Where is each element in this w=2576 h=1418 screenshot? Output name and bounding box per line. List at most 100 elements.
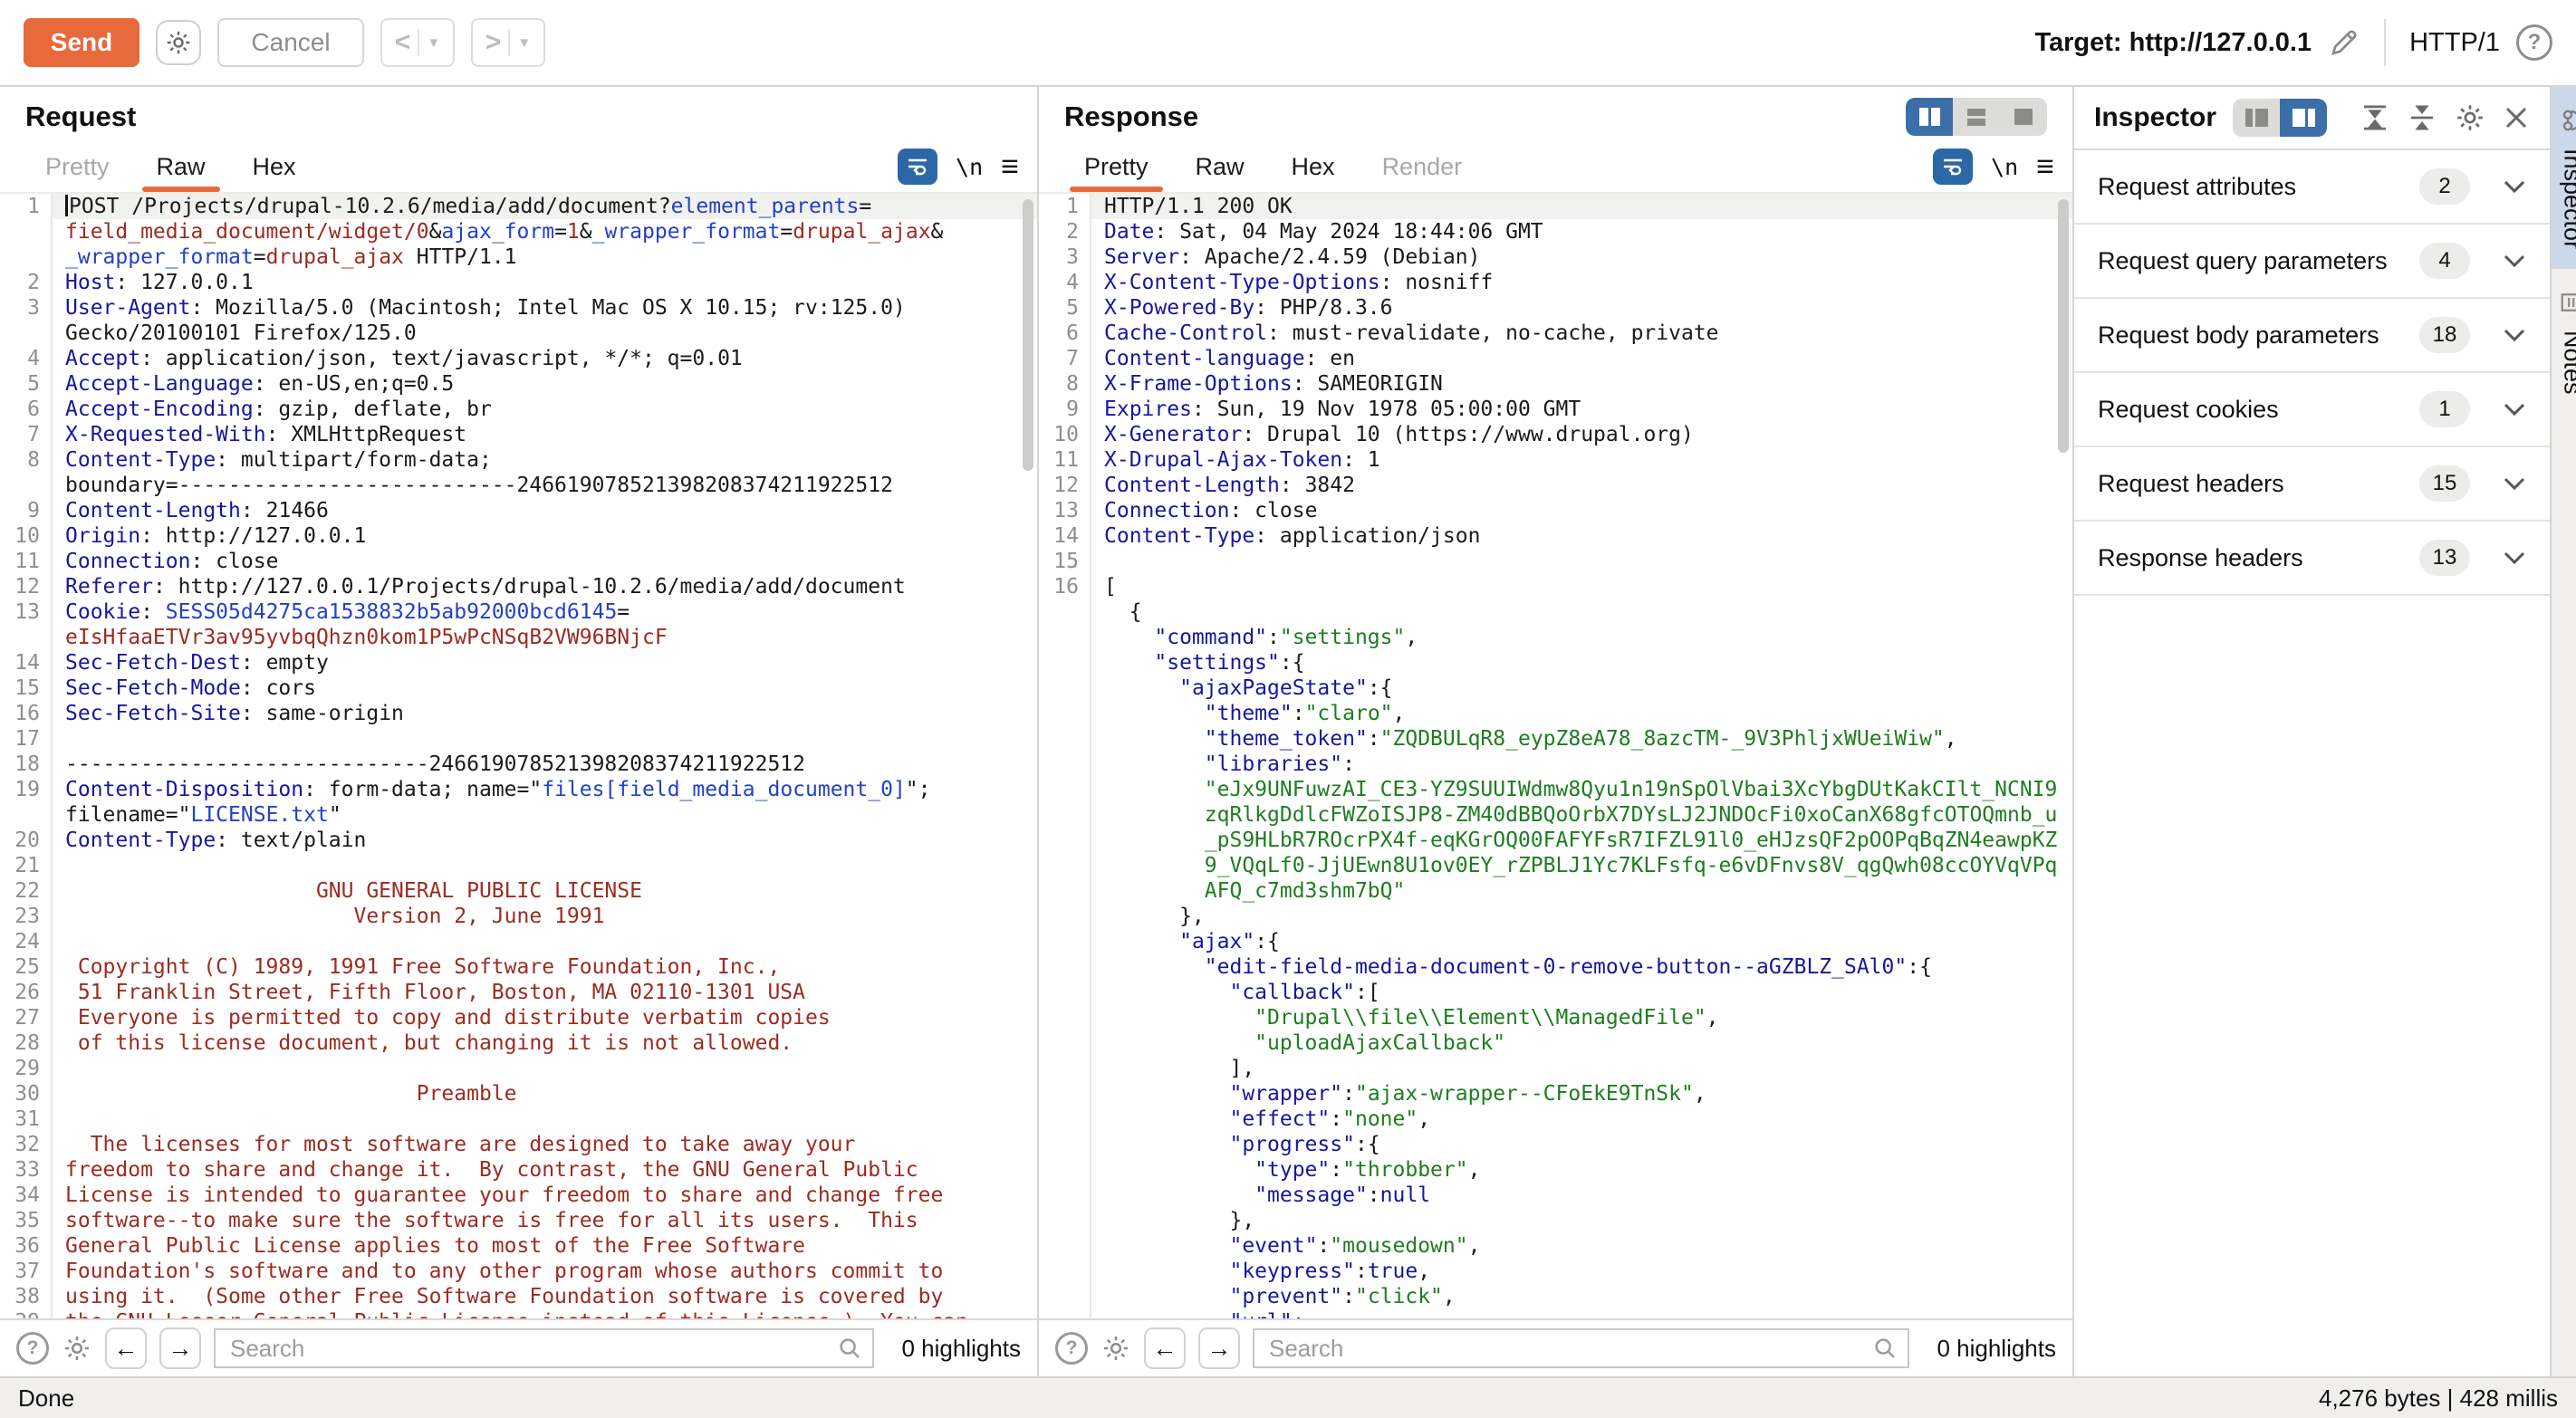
code-line: using it. (Some other Free Software Foun… <box>65 1285 943 1308</box>
inspector-settings-gear-icon[interactable] <box>2454 101 2486 134</box>
code-row: { <box>1039 599 2072 625</box>
inspector-dock-left-button[interactable] <box>2233 99 2280 137</box>
code-line-number <box>0 802 51 828</box>
code-line: Sec-Fetch-Mode: cors <box>65 676 316 700</box>
layout-single-button[interactable] <box>2000 98 2047 136</box>
side-tab-inspector[interactable]: Inspector <box>2552 87 2576 269</box>
inspector-panel: Inspector <box>2074 87 2552 1376</box>
inspector-section-request-attributes[interactable]: Request attributes 2 <box>2074 150 2550 225</box>
chevron-down-icon <box>2503 254 2526 268</box>
response-search-bar: ? ← → 0 highlights <box>1039 1318 2072 1376</box>
code-row: eIsHfaaETVr3av95yvbqQhzn0kom1P5wPcNSqB2V… <box>0 625 1037 650</box>
http-version-selector[interactable]: HTTP/1 <box>2409 28 2500 58</box>
inspector-dock-right-button[interactable] <box>2280 99 2327 137</box>
code-row: boundary=---------------------------2466… <box>0 473 1037 498</box>
search-next-button[interactable]: → <box>159 1327 201 1369</box>
code-line: eIsHfaaETVr3av95yvbqQhzn0kom1P5wPcNSqB2V… <box>65 626 668 649</box>
code-line: "event":"mousedown", <box>1104 1234 1480 1258</box>
request-editor[interactable]: 1 POST /Projects/drupal-10.2.6/media/add… <box>0 192 1037 1318</box>
cancel-button[interactable]: Cancel <box>217 18 364 67</box>
search-help-icon[interactable]: ? <box>1055 1332 1088 1365</box>
response-scrollbar[interactable] <box>2058 199 2069 453</box>
side-tab-strip: Inspector Notes <box>2552 87 2576 1376</box>
request-highlights-count: 0 highlights <box>901 1335 1021 1363</box>
tab-hex[interactable]: Hex <box>233 153 316 192</box>
code-line-number <box>1039 1284 1090 1309</box>
response-editor[interactable]: 1 HTTP/1.1 200 OK 2 Date: Sat, 04 May 20… <box>1039 192 2072 1318</box>
code-line: Server: Apache/2.4.59 (Debian) <box>1104 245 1480 269</box>
side-tab-notes[interactable]: Notes <box>2552 269 2576 415</box>
code-line-number: 10 <box>0 523 51 549</box>
code-line: boundary=---------------------------2466… <box>65 474 893 497</box>
tab-pretty[interactable]: Pretty <box>25 153 130 192</box>
code-line: Sec-Fetch-Site: same-origin <box>65 702 404 725</box>
code-row: "libraries": <box>1039 752 2072 777</box>
code-line: ], <box>1104 1057 1254 1080</box>
tab-hex[interactable]: Hex <box>1272 153 1355 192</box>
code-line-number: 22 <box>0 878 51 904</box>
code-line-number <box>1039 777 1090 802</box>
search-settings-gear-icon[interactable] <box>1101 1333 1131 1364</box>
collapse-all-icon[interactable] <box>2407 102 2437 133</box>
search-next-button[interactable]: → <box>1198 1327 1240 1369</box>
code-line: X-Powered-By: PHP/8.3.6 <box>1104 296 1393 320</box>
close-icon[interactable] <box>2503 104 2530 131</box>
code-row: 2 Host: 127.0.0.1 <box>0 270 1037 295</box>
inspector-section-response-headers[interactable]: Response headers 13 <box>2074 522 2550 596</box>
editor-menu-icon[interactable]: ≡ <box>2036 151 2054 182</box>
code-line-number <box>1039 1030 1090 1056</box>
search-settings-gear-icon[interactable] <box>62 1333 92 1364</box>
request-search-input[interactable] <box>214 1328 874 1368</box>
request-scrollbar[interactable] <box>1023 199 1033 471</box>
search-previous-button[interactable]: ← <box>1144 1327 1186 1369</box>
search-help-icon[interactable]: ? <box>16 1332 49 1365</box>
code-line: Content-language: en <box>1104 347 1355 370</box>
editor-menu-icon[interactable]: ≡ <box>1001 151 1019 182</box>
help-icon[interactable]: ? <box>2516 24 2552 61</box>
tab-pretty[interactable]: Pretty <box>1064 153 1168 192</box>
inspector-section-request-body-parameters[interactable]: Request body parameters 18 <box>2074 299 2550 373</box>
previous-request-button[interactable]: < ▼ <box>380 18 455 67</box>
inspector-section-count-badge: 13 <box>2419 540 2470 576</box>
expand-all-icon[interactable] <box>2360 102 2390 133</box>
code-row: 21 <box>0 853 1037 878</box>
send-button[interactable]: Send <box>24 18 139 67</box>
code-line: "theme_token":"ZQDBULqR8_eypZ8eA78_8azcT… <box>1104 727 1957 751</box>
code-line: Expires: Sun, 19 Nov 1978 05:00:00 GMT <box>1104 398 1581 421</box>
code-line: X-Requested-With: XMLHttpRequest <box>65 423 466 446</box>
request-settings-gear-button[interactable] <box>156 20 201 65</box>
edit-pencil-icon[interactable] <box>2328 26 2360 59</box>
code-line: User-Agent: Mozilla/5.0 (Macintosh; Inte… <box>65 296 906 320</box>
show-newlines-toggle[interactable]: \n <box>956 154 983 180</box>
code-row: "command":"settings", <box>1039 625 2072 650</box>
tab-render[interactable]: Render <box>1362 153 1483 192</box>
tab-raw[interactable]: Raw <box>1176 153 1264 192</box>
word-wrap-toggle-button[interactable] <box>898 149 937 185</box>
code-row: 4 X-Content-Type-Options: nosniff <box>1039 270 2072 295</box>
dropdown-arrow-icon[interactable]: ▼ <box>517 35 531 51</box>
layout-rows-button[interactable] <box>1953 98 2000 136</box>
code-line: X-Drupal-Ajax-Token: 1 <box>1104 448 1380 472</box>
inspector-section-count-badge: 15 <box>2419 465 2470 502</box>
code-row: 13 Cookie: SESS05d4275ca1538832b5ab92000… <box>0 599 1037 625</box>
code-line: "wrapper":"ajax-wrapper--CFoEkE9TnSk", <box>1104 1082 1706 1106</box>
inspector-section-request-query-parameters[interactable]: Request query parameters 4 <box>2074 225 2550 299</box>
response-search-input[interactable] <box>1253 1328 1909 1368</box>
request-search-bar: ? ← → 0 highlights <box>0 1318 1037 1376</box>
inspector-section-request-headers[interactable]: Request headers 15 <box>2074 447 2550 522</box>
inspector-section-request-cookies[interactable]: Request cookies 1 <box>2074 373 2550 447</box>
code-line: "eJx9UNFuwzAI_CE3-YZ9SUUIWdmw8Qyu1n19nSp… <box>1104 778 2057 801</box>
code-line-number: 39 <box>0 1309 51 1318</box>
word-wrap-toggle-button[interactable] <box>1933 149 1973 185</box>
code-line-number: 11 <box>1039 447 1090 473</box>
tab-raw[interactable]: Raw <box>137 153 226 192</box>
code-line-number: 3 <box>0 295 51 321</box>
next-request-button[interactable]: > ▼ <box>471 18 545 67</box>
show-newlines-toggle[interactable]: \n <box>1991 154 2018 180</box>
search-previous-button[interactable]: ← <box>105 1327 147 1369</box>
dropdown-arrow-icon[interactable]: ▼ <box>427 35 440 51</box>
code-line-number <box>0 625 51 650</box>
layout-columns-button[interactable] <box>1906 98 1953 136</box>
code-line-number: 8 <box>0 447 51 473</box>
inspector-layout-toggle <box>2233 99 2327 137</box>
